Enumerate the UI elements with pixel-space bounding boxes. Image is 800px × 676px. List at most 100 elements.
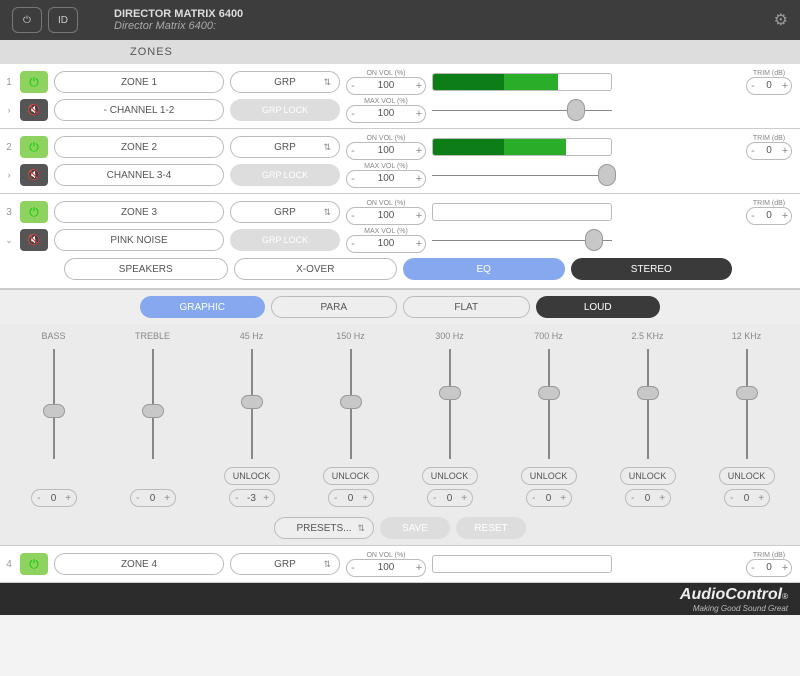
- vol-label: MAX VOL (%): [364, 228, 408, 235]
- trim-label: TRIM (dB): [753, 552, 785, 559]
- vol-input[interactable]: -100+: [346, 170, 426, 188]
- eq-tab-graphic[interactable]: GRAPHIC: [140, 296, 265, 318]
- channel-name-input[interactable]: - CHANNEL 1-2: [54, 99, 224, 121]
- zone-name-input[interactable]: ZONE 3: [54, 201, 224, 223]
- presets-select[interactable]: PRESETS...: [274, 517, 374, 539]
- unlock-button[interactable]: UNLOCK: [719, 467, 775, 485]
- zone-number: 3: [4, 207, 14, 218]
- eq-band-label: 300 Hz: [435, 332, 464, 341]
- level-meter: [432, 203, 612, 221]
- zone-row: 3 ⏻ ZONE 3 GRP ON VOL (%)-100+ TRIM (dB)…: [0, 194, 800, 289]
- eq-slider[interactable]: [251, 349, 253, 459]
- power-button[interactable]: ⏻: [12, 7, 42, 33]
- vol-input[interactable]: -100+: [346, 142, 426, 160]
- tab-eq[interactable]: EQ: [403, 258, 565, 280]
- level-meter: [432, 73, 612, 91]
- mute-button[interactable]: 🔇: [20, 164, 48, 186]
- tab-stereo[interactable]: STEREO: [571, 258, 733, 280]
- eq-slider[interactable]: [449, 349, 451, 459]
- group-select[interactable]: GRP: [230, 553, 340, 575]
- eq-band-label: 2.5 KHz: [631, 332, 663, 341]
- id-button[interactable]: ID: [48, 7, 78, 33]
- eq-slider[interactable]: [53, 349, 55, 459]
- expand-toggle[interactable]: ›: [4, 170, 14, 180]
- eq-tab-para[interactable]: PARA: [271, 296, 398, 318]
- vol-label: ON VOL (%): [366, 70, 405, 77]
- group-select[interactable]: GRP: [230, 201, 340, 223]
- zone-power-button[interactable]: ⏻: [20, 71, 48, 93]
- zone-name-input[interactable]: ZONE 1: [54, 71, 224, 93]
- eq-value-stepper[interactable]: -0+: [427, 489, 473, 507]
- group-lock-button[interactable]: GRP LOCK: [230, 164, 340, 186]
- eq-value-stepper[interactable]: -0+: [724, 489, 770, 507]
- group-lock-button[interactable]: GRP LOCK: [230, 99, 340, 121]
- eq-value-stepper[interactable]: -0+: [130, 489, 176, 507]
- eq-band: TREBLE -0+: [107, 332, 198, 507]
- group-select[interactable]: GRP: [230, 71, 340, 93]
- eq-value-stepper[interactable]: -0+: [625, 489, 671, 507]
- vol-input[interactable]: -100+: [346, 77, 426, 95]
- group-select[interactable]: GRP: [230, 136, 340, 158]
- eq-band-label: 45 Hz: [240, 332, 264, 341]
- eq-slider[interactable]: [548, 349, 550, 459]
- zone-name-input[interactable]: ZONE 4: [54, 553, 224, 575]
- eq-panel: BASS -0+ TREBLE -0+ 45 Hz UNLOCK --3+ 15…: [0, 324, 800, 511]
- zone-row: 1 ⏻ ZONE 1 GRP ON VOL (%)-100+ TRIM (dB)…: [0, 64, 800, 129]
- volume-slider[interactable]: [432, 226, 612, 254]
- expand-toggle[interactable]: ⌄: [4, 235, 14, 246]
- mute-button[interactable]: 🔇: [20, 229, 48, 251]
- eq-band-label: 150 Hz: [336, 332, 365, 341]
- volume-slider[interactable]: [432, 96, 612, 124]
- eq-value-stepper[interactable]: --3+: [229, 489, 275, 507]
- save-button[interactable]: SAVE: [380, 517, 450, 539]
- zone-power-button[interactable]: ⏻: [20, 553, 48, 575]
- unlock-button[interactable]: UNLOCK: [323, 467, 379, 485]
- reset-button[interactable]: RESET: [456, 517, 526, 539]
- vol-input[interactable]: -100+: [346, 105, 426, 123]
- eq-band: 700 Hz UNLOCK -0+: [503, 332, 594, 507]
- eq-band-label: 700 Hz: [534, 332, 563, 341]
- zone-power-button[interactable]: ⏻: [20, 136, 48, 158]
- vol-label: MAX VOL (%): [364, 163, 408, 170]
- zone-number: 4: [4, 559, 14, 570]
- vol-input[interactable]: -100+: [346, 559, 426, 577]
- unlock-button[interactable]: UNLOCK: [422, 467, 478, 485]
- level-meter: [432, 138, 612, 156]
- zone-row: 4 ⏻ ZONE 4 GRP ON VOL (%)-100+ TRIM (dB)…: [0, 546, 800, 583]
- eq-tab-loud[interactable]: LOUD: [536, 296, 661, 318]
- vol-input[interactable]: -100+: [346, 235, 426, 253]
- eq-band: 45 Hz UNLOCK --3+: [206, 332, 297, 507]
- eq-value-stepper[interactable]: -0+: [328, 489, 374, 507]
- trim-label: TRIM (dB): [753, 70, 785, 77]
- eq-slider[interactable]: [746, 349, 748, 459]
- zones-header: ZONES: [0, 40, 800, 64]
- mute-button[interactable]: 🔇: [20, 99, 48, 121]
- trim-input[interactable]: -0+: [746, 207, 792, 225]
- unlock-button[interactable]: UNLOCK: [224, 467, 280, 485]
- zone-row: 2 ⏻ ZONE 2 GRP ON VOL (%)-100+ TRIM (dB)…: [0, 129, 800, 194]
- eq-value-stepper[interactable]: -0+: [31, 489, 77, 507]
- tab-xover[interactable]: X-OVER: [234, 258, 398, 280]
- channel-name-input[interactable]: CHANNEL 3-4: [54, 164, 224, 186]
- expand-toggle[interactable]: ›: [4, 105, 14, 115]
- unlock-button[interactable]: UNLOCK: [521, 467, 577, 485]
- zone-power-button[interactable]: ⏻: [20, 201, 48, 223]
- channel-name-input[interactable]: PINK NOISE: [54, 229, 224, 251]
- settings-icon[interactable]: ⚙: [774, 10, 788, 30]
- trim-input[interactable]: -0+: [746, 559, 792, 577]
- eq-value-stepper[interactable]: -0+: [526, 489, 572, 507]
- eq-band: 2.5 KHz UNLOCK -0+: [602, 332, 693, 507]
- eq-slider[interactable]: [647, 349, 649, 459]
- group-lock-button[interactable]: GRP LOCK: [230, 229, 340, 251]
- vol-label: ON VOL (%): [366, 200, 405, 207]
- eq-slider[interactable]: [152, 349, 154, 459]
- zone-name-input[interactable]: ZONE 2: [54, 136, 224, 158]
- eq-tab-flat[interactable]: FLAT: [403, 296, 530, 318]
- eq-slider[interactable]: [350, 349, 352, 459]
- volume-slider[interactable]: [432, 161, 612, 189]
- trim-input[interactable]: -0+: [746, 77, 792, 95]
- vol-input[interactable]: -100+: [346, 207, 426, 225]
- unlock-button[interactable]: UNLOCK: [620, 467, 676, 485]
- tab-speakers[interactable]: SPEAKERS: [64, 258, 228, 280]
- trim-input[interactable]: -0+: [746, 142, 792, 160]
